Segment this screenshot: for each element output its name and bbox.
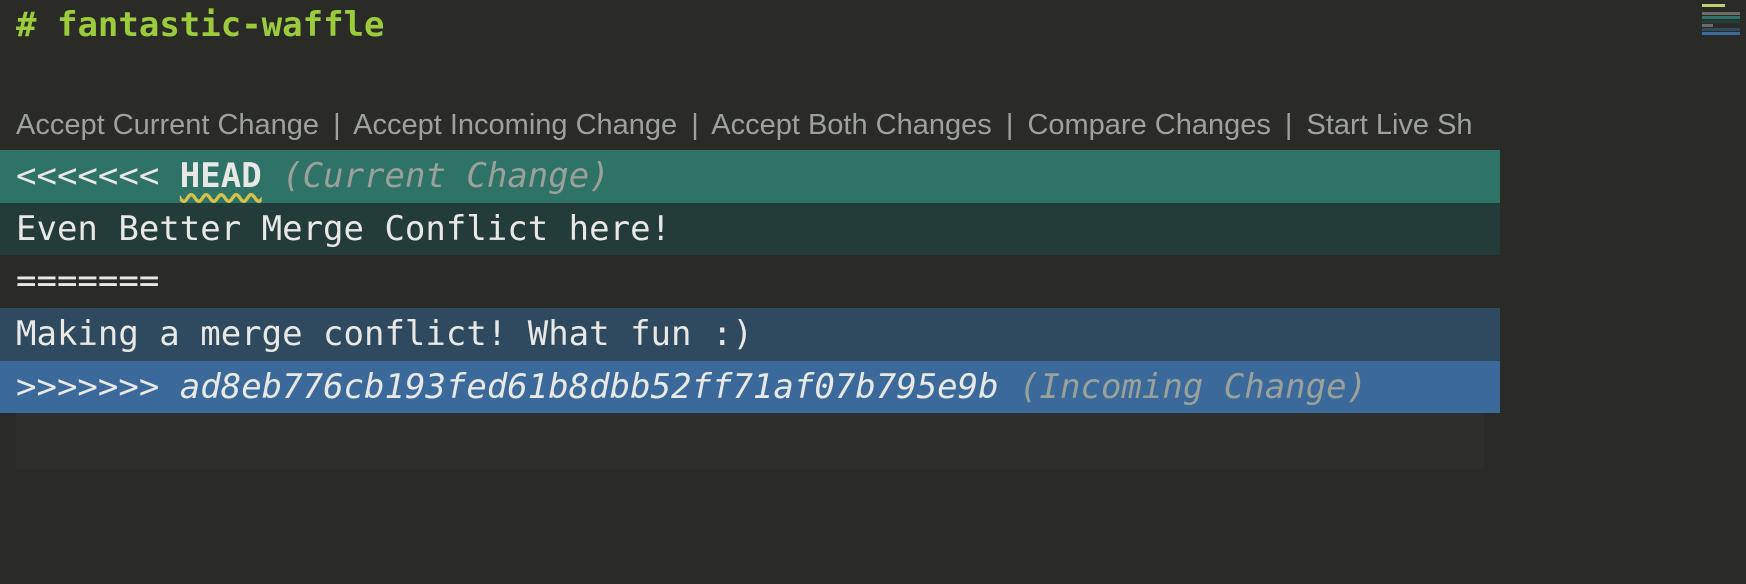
- accept-incoming-change-link[interactable]: Accept Incoming Change: [353, 109, 677, 141]
- codelens-separator: |: [1006, 109, 1014, 141]
- incoming-annotation: (Incoming Change): [1019, 367, 1367, 407]
- conflict-separator: =======: [0, 255, 1500, 308]
- heading-text: fantastic-waffle: [57, 5, 385, 45]
- codelens-separator: |: [1285, 109, 1293, 141]
- empty-line-highlight: [16, 413, 1484, 469]
- minimap-row: [1702, 16, 1740, 19]
- minimap[interactable]: [1702, 4, 1740, 30]
- minimap-row: [1702, 8, 1740, 11]
- markdown-heading: # fantastic-waffle: [0, 0, 1500, 51]
- accept-current-change-link[interactable]: Accept Current Change: [16, 109, 319, 141]
- conflict-incoming-content: Making a merge conflict! What fun :): [0, 308, 1500, 361]
- head-ref: HEAD: [180, 156, 262, 196]
- editor-pane[interactable]: # fantastic-waffle Accept Current Change…: [0, 0, 1500, 469]
- accept-both-changes-link[interactable]: Accept Both Changes: [711, 109, 992, 141]
- conflict-incoming-footer: >>>>>>> ad8eb776cb193fed61b8dbb52ff71af0…: [0, 361, 1500, 414]
- compare-changes-link[interactable]: Compare Changes: [1027, 109, 1270, 141]
- incoming-commit-hash: ad8eb776cb193fed61b8dbb52ff71af07b795e9b: [180, 367, 999, 407]
- codelens-separator: |: [691, 109, 699, 141]
- conflict-current-header: <<<<<<< HEAD (Current Change): [0, 150, 1500, 203]
- start-live-share-link[interactable]: Start Live Sh: [1307, 109, 1473, 141]
- separator-marker: =======: [16, 261, 159, 301]
- codelens-separator: |: [333, 109, 341, 141]
- minimap-row: [1702, 24, 1713, 27]
- head-marker: <<<<<<<: [16, 156, 159, 196]
- heading-hash: #: [16, 5, 36, 45]
- minimap-row: [1702, 4, 1725, 7]
- merge-codelens: Accept Current Change | Accept Incoming …: [0, 103, 1500, 150]
- conflict-current-content: Even Better Merge Conflict here!: [0, 203, 1500, 256]
- current-annotation: (Current Change): [282, 156, 610, 196]
- minimap-row: [1702, 12, 1740, 15]
- blank-line: [0, 51, 1500, 103]
- incoming-marker: >>>>>>>: [16, 367, 159, 407]
- minimap-row: [1702, 28, 1740, 31]
- minimap-row: [1702, 32, 1740, 35]
- minimap-row: [1702, 20, 1740, 23]
